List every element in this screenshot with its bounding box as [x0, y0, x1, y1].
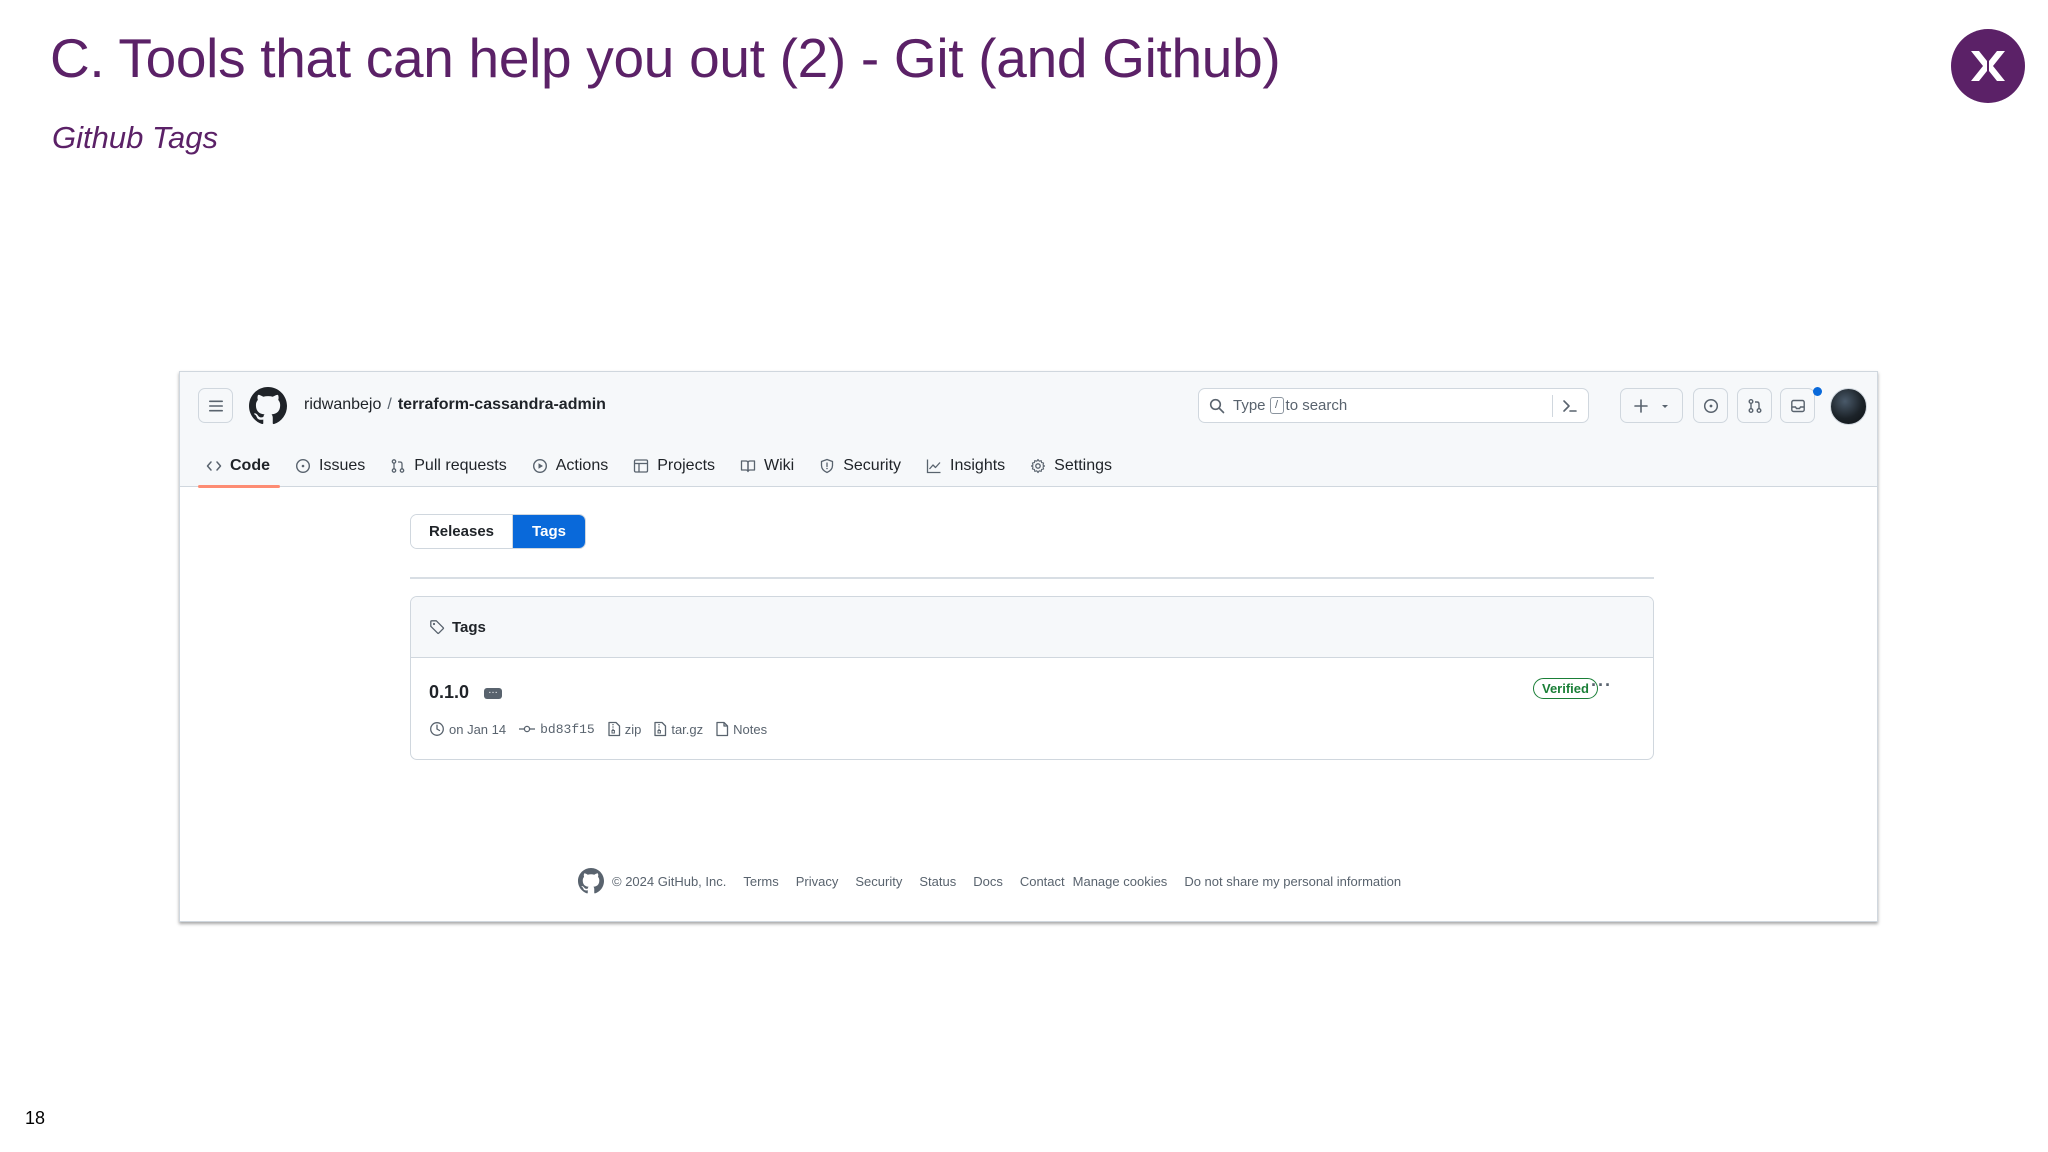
tag-date-text: on Jan 14 — [449, 721, 507, 737]
verified-badge[interactable]: Verified — [1533, 678, 1598, 699]
tab-settings-label: Settings — [1054, 456, 1112, 474]
book-icon — [740, 459, 756, 472]
notification-dot — [1813, 387, 1822, 396]
clock-icon — [430, 722, 444, 736]
issue-opened-icon — [1703, 398, 1718, 413]
github-screenshot: ridwanbejo / terraform-cassandra-admin Typ… — [179, 371, 1878, 922]
tags-box-heading: Tags — [452, 618, 486, 636]
footer-link-do-not-share[interactable]: Do not share my personal information — [1184, 874, 1401, 889]
user-avatar[interactable] — [1830, 388, 1867, 425]
releases-tags-toggle: Releases Tags — [410, 514, 586, 549]
company-logo — [1951, 29, 2025, 103]
tag-zip-download[interactable]: zip — [607, 721, 642, 737]
tag-actions-menu-button[interactable]: ··· — [1591, 675, 1612, 696]
pull-requests-button[interactable] — [1737, 388, 1772, 423]
tab-code[interactable]: Code — [198, 444, 280, 488]
expand-commit-message-button[interactable]: … — [484, 686, 502, 699]
tag-notes-link[interactable]: Notes — [715, 721, 767, 737]
tab-settings[interactable]: Settings — [1022, 444, 1122, 487]
tab-security[interactable]: Security — [811, 444, 911, 487]
pull-request-icon — [1748, 398, 1761, 413]
tab-wiki[interactable]: Wiki — [732, 444, 804, 487]
tab-wiki-label: Wiki — [764, 456, 795, 474]
section-divider — [410, 577, 1654, 579]
inbox-icon — [1790, 399, 1805, 412]
create-new-button[interactable] — [1620, 388, 1683, 423]
releases-button[interactable]: Releases — [411, 515, 513, 548]
tag-icon — [430, 620, 445, 635]
github-footer-logo-icon[interactable] — [578, 868, 604, 894]
tab-actions-label: Actions — [555, 456, 609, 474]
tab-insights-label: Insights — [950, 456, 1006, 474]
footer-link-terms[interactable]: Terms — [743, 874, 778, 889]
search-divider — [1552, 395, 1553, 417]
footer-link-status[interactable]: Status — [919, 874, 956, 889]
inbox-button[interactable] — [1780, 388, 1815, 423]
repo-nav-tabs: Code Issues Pull requests Actions Projec… — [198, 444, 1129, 488]
tab-security-label: Security — [843, 456, 902, 474]
tag-targz-download[interactable]: tar.gz — [653, 721, 703, 737]
file-zip-icon — [608, 721, 620, 737]
table-icon — [634, 458, 649, 473]
slide-number: 18 — [25, 1108, 46, 1128]
tag-targz-label: tar.gz — [671, 721, 704, 737]
tag-name-link[interactable]: 0.1.0 — [429, 682, 469, 703]
tags-box: Tags 0.1.0 … Verified ··· on Jan 14 bd83… — [410, 596, 1654, 760]
pull-request-icon — [391, 458, 405, 473]
gear-icon — [1031, 458, 1046, 473]
plus-icon — [1633, 398, 1648, 413]
tab-pull-requests[interactable]: Pull requests — [382, 444, 517, 487]
footer-link-security[interactable]: Security — [855, 874, 902, 889]
file-icon — [716, 721, 729, 737]
issues-button[interactable] — [1693, 388, 1728, 423]
commit-icon — [519, 725, 536, 733]
search-input[interactable]: Type / to search — [1198, 388, 1589, 423]
tags-box-header: Tags — [411, 597, 1653, 658]
tab-code-label: Code — [230, 456, 270, 474]
play-icon — [532, 458, 547, 473]
tag-commit-sha: bd83f15 — [540, 721, 595, 737]
tag-zip-label: zip — [624, 721, 642, 737]
repo-breadcrumb: ridwanbejo / terraform-cassandra-admin — [304, 396, 606, 414]
logo-mark-icon — [1971, 51, 2005, 81]
footer-copyright: © 2024 GitHub, Inc. — [612, 873, 727, 889]
footer-link-contact[interactable]: Contact — [1020, 874, 1065, 889]
command-palette-icon[interactable] — [1561, 397, 1579, 415]
tab-projects[interactable]: Projects — [625, 444, 725, 487]
tab-insights[interactable]: Insights — [918, 444, 1015, 487]
search-placeholder-prefix: Type — [1233, 397, 1266, 414]
search-placeholder-suffix: to search — [1285, 397, 1348, 414]
graph-icon — [926, 459, 941, 473]
breadcrumb-separator: / — [387, 396, 392, 413]
search-icon — [1209, 398, 1225, 413]
footer-link-docs[interactable]: Docs — [973, 874, 1003, 889]
hamburger-menu-button[interactable] — [198, 388, 233, 423]
tag-date: on Jan 14 — [429, 721, 506, 737]
tag-commit[interactable]: bd83f15 — [518, 721, 595, 737]
slide-subtitle: Github Tags — [52, 120, 219, 155]
tab-actions[interactable]: Actions — [524, 444, 618, 487]
github-footer: © 2024 GitHub, Inc. Terms Privacy Securi… — [578, 868, 1418, 894]
shield-icon — [821, 458, 834, 473]
caret-down-icon — [1661, 404, 1668, 408]
issue-icon — [295, 458, 311, 473]
code-icon — [206, 460, 222, 471]
github-logo-icon[interactable] — [249, 387, 287, 425]
github-header: ridwanbejo / terraform-cassandra-admin Typ… — [180, 372, 1877, 488]
tags-button[interactable]: Tags — [513, 515, 585, 548]
repo-name-link[interactable]: terraform-cassandra-admin — [398, 396, 606, 413]
slide-title: C. Tools that can help you out (2) - Git… — [50, 27, 1281, 89]
tag-notes-label: Notes — [733, 721, 768, 737]
file-zip-icon — [654, 721, 667, 737]
tab-pull-requests-label: Pull requests — [414, 456, 507, 474]
footer-link-manage-cookies[interactable]: Manage cookies — [1073, 874, 1168, 889]
search-shortcut-key: / — [1269, 397, 1284, 414]
tag-meta-row: on Jan 14 bd83f15 zip tar.gz Notes — [429, 721, 779, 737]
repo-owner-link[interactable]: ridwanbejo — [304, 396, 381, 413]
tab-issues-label: Issues — [319, 456, 366, 474]
tab-projects-label: Projects — [657, 456, 716, 474]
hamburger-icon — [208, 400, 223, 411]
footer-link-privacy[interactable]: Privacy — [796, 874, 839, 889]
tab-issues[interactable]: Issues — [287, 444, 375, 487]
